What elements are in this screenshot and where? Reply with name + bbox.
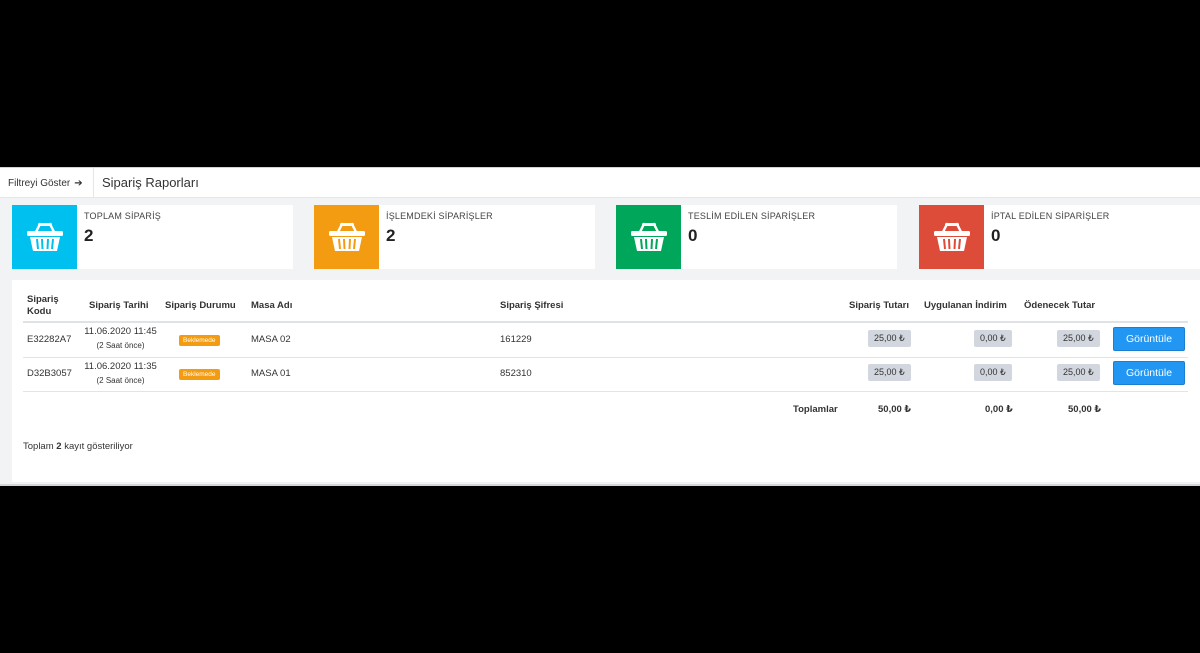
record-count-note: Toplam 2 kayıt gösteriliyor: [23, 441, 133, 452]
orders-panel: Sipariş Kodu Sipariş Tarihi Sipariş Duru…: [12, 280, 1200, 482]
order-date-relative: (2 Saat önce): [96, 376, 145, 385]
stat-count: 0: [688, 226, 698, 245]
stat-count: 2: [386, 226, 396, 245]
stat-count: 2: [84, 226, 94, 245]
discount-amount: 0,00 ₺: [974, 330, 1012, 347]
filter-button-label: Filtreyi Göster: [8, 177, 71, 189]
stat-card-delivered-orders: TESLİM EDİLEN SİPARİŞLER 0: [616, 205, 897, 269]
total-amount: 50,00 ₺: [878, 404, 912, 415]
basket-icon: [919, 205, 984, 269]
payable-amount: 25,00 ₺: [1057, 330, 1100, 347]
order-password: 852310: [500, 368, 532, 379]
record-count-suffix: kayıt gösteriliyor: [64, 441, 133, 452]
basket-icon: [616, 205, 681, 269]
status-badge: Beklemede: [179, 335, 220, 346]
column-header-order-code[interactable]: Sipariş Kodu: [27, 294, 59, 318]
column-header-order-password[interactable]: Sipariş Şifresi: [500, 300, 563, 312]
stat-label: TESLİM EDİLEN SİPARİŞLER: [688, 211, 816, 221]
basket-icon: [12, 205, 77, 269]
status-badge: Beklemede: [179, 369, 220, 380]
order-date-value: 11.06.2020 11:45: [84, 326, 157, 337]
order-amount: 25,00 ₺: [868, 364, 911, 381]
order-date-value: 11.06.2020 11:35: [84, 361, 157, 372]
order-amount: 25,00 ₺: [868, 330, 911, 347]
column-header-order-status[interactable]: Sipariş Durumu: [165, 300, 236, 312]
record-count-prefix: Toplam: [23, 441, 54, 452]
view-button[interactable]: Görüntüle: [1113, 327, 1185, 351]
row-divider: [23, 391, 1188, 392]
order-date-relative: (2 Saat önce): [96, 341, 145, 350]
app-window: Filtreyi Göster ➔ Sipariş Raporları TOPL…: [0, 167, 1200, 486]
column-header-order-amount[interactable]: Sipariş Tutarı: [849, 300, 909, 312]
table-name: MASA 02: [251, 334, 291, 345]
order-code: E32282A7: [27, 334, 72, 345]
arrow-right-icon: ➔: [74, 177, 83, 189]
discount-amount: 0,00 ₺: [974, 364, 1012, 381]
order-code: D32B3057: [27, 368, 72, 379]
show-filter-button[interactable]: Filtreyi Göster ➔: [0, 168, 94, 198]
record-count-value: 2: [56, 441, 62, 452]
stat-label: İPTAL EDİLEN SİPARİŞLER: [991, 211, 1110, 221]
payable-amount: 25,00 ₺: [1057, 364, 1100, 381]
stat-label: TOPLAM SİPARİŞ: [84, 211, 161, 221]
order-date: 11.06.2020 11:35 (2 Saat önce): [83, 361, 158, 385]
stat-count: 0: [991, 226, 1001, 245]
total-payable: 50,00 ₺: [1068, 404, 1102, 415]
stat-card-in-progress-orders: İŞLEMDEKİ SİPARİŞLER 2: [314, 205, 595, 269]
stat-label: İŞLEMDEKİ SİPARİŞLER: [386, 211, 493, 221]
total-discount: 0,00 ₺: [985, 404, 1013, 415]
top-bar: Filtreyi Göster ➔ Sipariş Raporları: [0, 168, 1200, 198]
basket-icon: [314, 205, 379, 269]
column-header-text: Kodu: [27, 306, 52, 317]
column-header-payable[interactable]: Ödenecek Tutar: [1024, 300, 1095, 312]
column-header-text: Sipariş: [27, 294, 59, 305]
view-button[interactable]: Görüntüle: [1113, 361, 1185, 385]
row-divider: [23, 357, 1188, 358]
header-divider: [23, 321, 1188, 323]
page-title: Sipariş Raporları: [102, 175, 199, 190]
column-header-order-date[interactable]: Sipariş Tarihi: [89, 300, 148, 312]
order-password: 161229: [500, 334, 532, 345]
stat-card-cancelled-orders: İPTAL EDİLEN SİPARİŞLER 0: [919, 205, 1200, 269]
totals-label: Toplamlar: [793, 404, 838, 415]
stat-card-total-orders: TOPLAM SİPARİŞ 2: [12, 205, 293, 269]
column-header-table-name[interactable]: Masa Adı: [251, 300, 292, 312]
column-header-discount[interactable]: Uygulanan İndirim: [924, 300, 1007, 312]
table-name: MASA 01: [251, 368, 291, 379]
order-date: 11.06.2020 11:45 (2 Saat önce): [83, 326, 158, 350]
